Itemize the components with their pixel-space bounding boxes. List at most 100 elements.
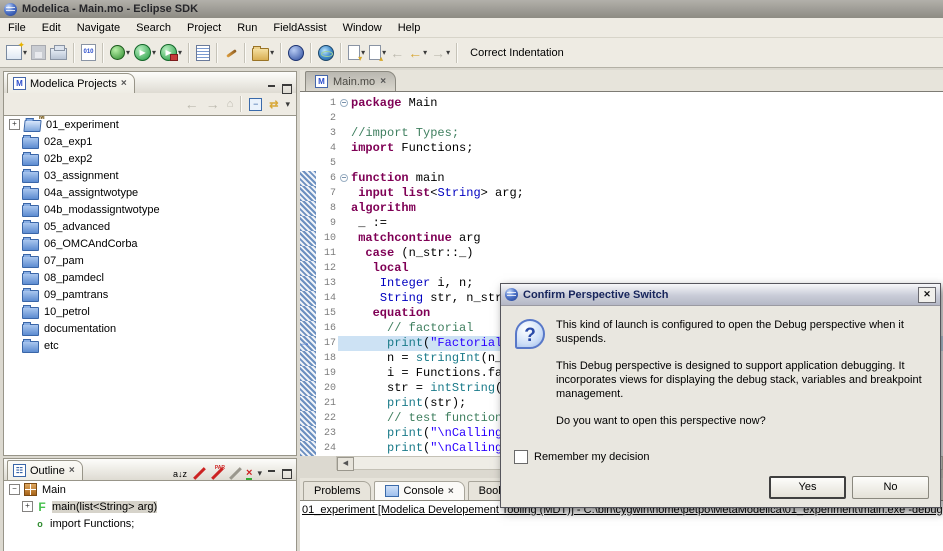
tab-problems[interactable]: Problems (303, 481, 371, 500)
annotation-ruler[interactable] (300, 261, 316, 276)
annotation-ruler[interactable] (300, 276, 316, 291)
fold-margin[interactable] (338, 171, 351, 186)
external-tools-run-button[interactable]: ▶▾ (158, 42, 184, 64)
annotation-ruler[interactable] (300, 441, 316, 456)
fold-margin[interactable] (338, 156, 351, 171)
tree-item-03_assignment[interactable]: 03_assignment (4, 167, 296, 184)
menu-search[interactable]: Search (128, 19, 179, 37)
annotation-ruler[interactable] (300, 96, 316, 111)
back-arrow-disabled-icon[interactable]: ← (185, 97, 199, 111)
fold-margin[interactable] (338, 351, 351, 366)
annotation-ruler[interactable] (300, 396, 316, 411)
outline-item[interactable]: +Fmain(list<String> arg) (4, 498, 296, 515)
tree-item-08_pamdecl[interactable]: 08_pamdecl (4, 269, 296, 286)
code-text[interactable]: import Functions; (351, 141, 943, 156)
annotation-ruler[interactable] (300, 231, 316, 246)
annotation-ruler[interactable] (300, 126, 316, 141)
prev-annotation-button[interactable]: ▾ (367, 42, 388, 64)
fold-margin[interactable] (338, 246, 351, 261)
tab-console[interactable]: Console× (374, 481, 464, 500)
code-text[interactable] (351, 156, 943, 171)
last-edit-location-button[interactable]: ← (388, 42, 406, 64)
fold-margin[interactable] (338, 201, 351, 216)
maximize-view-button[interactable] (282, 469, 292, 478)
tree-item-09_pamtrans[interactable]: 09_pamtrans (4, 286, 296, 303)
annotation-ruler[interactable] (300, 321, 316, 336)
fold-margin[interactable] (338, 126, 351, 141)
menu-project[interactable]: Project (179, 19, 229, 37)
menu-window[interactable]: Window (335, 19, 390, 37)
fold-margin[interactable] (338, 276, 351, 291)
tree-item-04b_modassigntwotype[interactable]: 04b_modassigntwotype (4, 201, 296, 218)
fold-margin[interactable] (338, 426, 351, 441)
annotation-ruler[interactable]: → (300, 336, 316, 351)
annotation-ruler[interactable] (300, 171, 316, 186)
code-text[interactable]: //import Types; (351, 126, 943, 141)
minimize-view-button[interactable] (267, 469, 277, 478)
fold-margin[interactable] (338, 216, 351, 231)
fold-margin[interactable] (338, 96, 351, 111)
minimize-view-button[interactable] (267, 84, 277, 93)
up-home-icon[interactable]: ⌂ (227, 98, 234, 110)
annotation-ruler[interactable] (300, 141, 316, 156)
fold-margin[interactable] (338, 396, 351, 411)
menu-help[interactable]: Help (390, 19, 429, 37)
sort-icon[interactable]: a↓z (173, 469, 187, 479)
run-button[interactable]: ▶▾ (132, 42, 158, 64)
fold-margin[interactable] (338, 306, 351, 321)
filter-disabled-icon[interactable] (228, 467, 241, 480)
fold-margin[interactable] (338, 231, 351, 246)
menu-edit[interactable]: Edit (34, 19, 69, 37)
fold-margin[interactable] (338, 381, 351, 396)
tree-item-06_OMCAndCorba[interactable]: 06_OMCAndCorba (4, 235, 296, 252)
expander-icon[interactable]: + (9, 119, 20, 130)
correct-indentation-button[interactable]: Correct Indentation (462, 44, 572, 62)
no-button[interactable]: No (852, 476, 929, 499)
annotation-ruler[interactable] (300, 246, 316, 261)
fold-margin[interactable] (338, 111, 351, 126)
tree-item-04a_assigntwotype[interactable]: 04a_assigntwotype (4, 184, 296, 201)
new-wizard-button[interactable]: ▾ (4, 42, 29, 64)
fold-margin[interactable] (338, 411, 351, 426)
remember-decision-checkbox[interactable] (514, 450, 528, 464)
save-button[interactable] (29, 42, 48, 64)
menu-fieldassist[interactable]: FieldAssist (265, 19, 334, 37)
fold-margin[interactable] (338, 291, 351, 306)
tree-item-02b_exp2[interactable]: 02b_exp2 (4, 150, 296, 167)
close-icon[interactable]: × (448, 486, 454, 497)
tree-item-02a_exp1[interactable]: 02a_exp1 (4, 133, 296, 150)
code-text[interactable]: local (351, 261, 943, 276)
annotation-ruler[interactable] (300, 306, 316, 321)
annotation-ruler[interactable] (300, 381, 316, 396)
tab-main-mo[interactable]: M Main.mo × (305, 71, 396, 91)
annotation-ruler[interactable] (300, 111, 316, 126)
hide-x-icon[interactable]: × (246, 468, 252, 480)
fold-margin[interactable] (338, 321, 351, 336)
tree-item-05_advanced[interactable]: 05_advanced (4, 218, 296, 235)
code-text[interactable]: package Main (351, 96, 943, 111)
outline-item[interactable]: −Main (4, 481, 296, 498)
fold-margin[interactable] (338, 186, 351, 201)
annotation-ruler[interactable] (300, 156, 316, 171)
scroll-left-icon[interactable]: ◀ (337, 457, 354, 471)
annotation-ruler[interactable] (300, 366, 316, 381)
expander-icon[interactable]: + (22, 501, 33, 512)
close-icon[interactable]: × (69, 465, 75, 476)
close-icon[interactable]: × (380, 76, 386, 87)
code-text[interactable]: matchcontinue arg (351, 231, 943, 246)
forward-arrow-disabled-icon[interactable]: → (206, 97, 220, 111)
code-text[interactable]: _ := (351, 216, 943, 231)
fold-margin[interactable] (338, 141, 351, 156)
forward-button[interactable]: →▾ (429, 42, 452, 64)
annotation-ruler[interactable] (300, 411, 316, 426)
dialog-close-button[interactable]: ✕ (918, 287, 936, 303)
code-text[interactable] (351, 111, 943, 126)
next-annotation-button[interactable]: ▾ (346, 42, 367, 64)
menu-navigate[interactable]: Navigate (69, 19, 128, 37)
brush-button[interactable] (222, 42, 240, 64)
code-text[interactable]: algorithm (351, 201, 943, 216)
print-button[interactable] (48, 42, 69, 64)
filter-icon[interactable] (192, 467, 205, 480)
expander-icon[interactable]: − (9, 484, 20, 495)
code-text[interactable]: case (n_str::_) (351, 246, 943, 261)
